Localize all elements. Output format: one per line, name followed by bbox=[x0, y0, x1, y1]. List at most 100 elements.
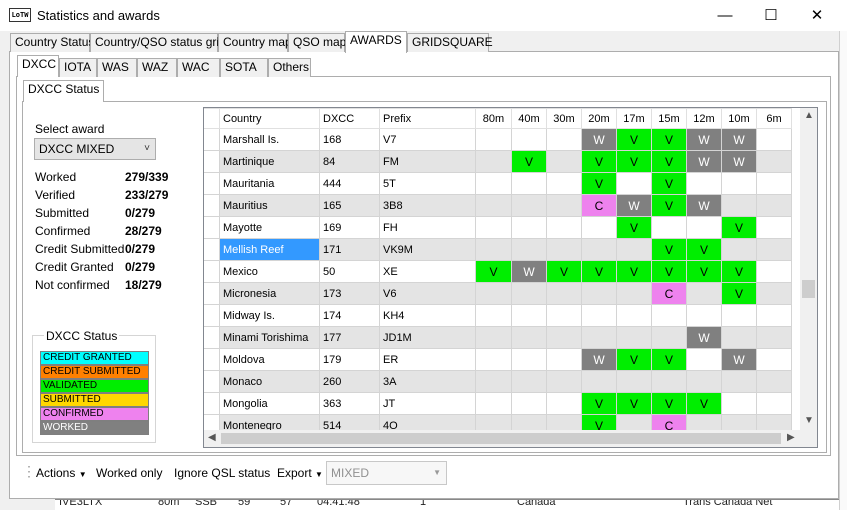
cell-dxcc[interactable]: 171 bbox=[319, 238, 380, 261]
scroll-left-icon[interactable]: ◀ bbox=[208, 432, 216, 443]
cell-band-status[interactable] bbox=[511, 304, 547, 327]
vertical-scrollbar[interactable]: ▲ ▼ bbox=[800, 108, 817, 430]
cell-country[interactable]: Monaco bbox=[219, 370, 320, 393]
cell-band-status[interactable] bbox=[511, 348, 547, 371]
cell-dxcc[interactable]: 179 bbox=[319, 348, 380, 371]
cell-band-status[interactable] bbox=[581, 216, 617, 239]
row-header[interactable] bbox=[204, 370, 220, 393]
cell-band-status[interactable]: V bbox=[581, 172, 617, 195]
cell-band-status[interactable] bbox=[616, 370, 652, 393]
scroll-right-icon[interactable]: ▶ bbox=[787, 432, 795, 443]
table-row[interactable]: Mayotte 169 FH V V bbox=[204, 216, 817, 239]
cell-band-status[interactable]: V bbox=[546, 260, 582, 283]
cell-country[interactable]: Moldova bbox=[219, 348, 320, 371]
cell-band-status[interactable]: V bbox=[651, 238, 687, 261]
column-header-prefix[interactable]: Prefix bbox=[379, 108, 476, 129]
horizontal-scroll-thumb[interactable] bbox=[221, 433, 781, 444]
cell-band-status[interactable] bbox=[756, 392, 792, 415]
cell-band-status[interactable]: W bbox=[721, 150, 757, 173]
cell-country[interactable]: Minami Torishima bbox=[219, 326, 320, 349]
cell-band-status[interactable] bbox=[511, 326, 547, 349]
cell-band-status[interactable] bbox=[546, 194, 582, 217]
cell-band-status[interactable]: W bbox=[686, 194, 722, 217]
cell-prefix[interactable]: 5T bbox=[379, 172, 476, 195]
tab-dxcc[interactable]: DXCC bbox=[17, 55, 59, 77]
cell-band-status[interactable] bbox=[756, 194, 792, 217]
horizontal-scrollbar[interactable]: ◀ ▶ bbox=[204, 430, 817, 447]
cell-band-status[interactable] bbox=[511, 216, 547, 239]
column-header-6m[interactable]: 6m bbox=[756, 108, 792, 129]
tab-gridsquare[interactable]: GRIDSQUARE bbox=[407, 33, 493, 52]
cell-prefix[interactable]: JT bbox=[379, 392, 476, 415]
tab-country-map[interactable]: Country map bbox=[218, 33, 292, 52]
cell-prefix[interactable]: FM bbox=[379, 150, 476, 173]
row-header[interactable] bbox=[204, 128, 220, 151]
cell-band-status[interactable] bbox=[475, 304, 512, 327]
cell-dxcc[interactable]: 363 bbox=[319, 392, 380, 415]
cell-band-status[interactable] bbox=[651, 370, 687, 393]
cell-band-status[interactable] bbox=[721, 238, 757, 261]
cell-band-status[interactable] bbox=[721, 326, 757, 349]
cell-band-status[interactable] bbox=[475, 326, 512, 349]
tab-country-status[interactable]: Country Status bbox=[10, 33, 94, 52]
country-status-grid[interactable]: Country DXCC Prefix 80m 40m 30m 20m 17m 15m 12m 10… bbox=[203, 107, 818, 448]
tab-sota[interactable]: SOTA bbox=[220, 58, 268, 77]
cell-band-status[interactable] bbox=[511, 172, 547, 195]
cell-band-status[interactable]: V bbox=[651, 150, 687, 173]
cell-dxcc[interactable]: 260 bbox=[319, 370, 380, 393]
cell-band-status[interactable]: V bbox=[651, 172, 687, 195]
cell-band-status[interactable] bbox=[581, 326, 617, 349]
cell-band-status[interactable]: V bbox=[616, 348, 652, 371]
cell-country[interactable]: Martinique bbox=[219, 150, 320, 173]
cell-band-status[interactable]: V bbox=[721, 216, 757, 239]
cell-dxcc[interactable]: 177 bbox=[319, 326, 380, 349]
cell-country[interactable]: Marshall Is. bbox=[219, 128, 320, 151]
cell-band-status[interactable] bbox=[475, 392, 512, 415]
cell-band-status[interactable] bbox=[511, 282, 547, 305]
table-row[interactable]: Marshall Is. 168 V7 W V V W W bbox=[204, 128, 817, 151]
table-row[interactable]: Martinique 84 FM V V V V W W bbox=[204, 150, 817, 173]
cell-band-status[interactable] bbox=[511, 194, 547, 217]
cell-band-status[interactable]: W bbox=[686, 128, 722, 151]
column-header-30m[interactable]: 30m bbox=[546, 108, 582, 129]
cell-band-status[interactable] bbox=[581, 282, 617, 305]
cell-band-status[interactable] bbox=[616, 304, 652, 327]
cell-band-status[interactable]: V bbox=[651, 260, 687, 283]
cell-band-status[interactable]: V bbox=[511, 150, 547, 173]
actions-menu-button[interactable]: Actions ▼ bbox=[36, 466, 87, 480]
cell-band-status[interactable]: W bbox=[581, 128, 617, 151]
cell-dxcc[interactable]: 168 bbox=[319, 128, 380, 151]
cell-band-status[interactable] bbox=[616, 238, 652, 261]
tab-was[interactable]: WAS bbox=[97, 58, 137, 77]
row-header[interactable] bbox=[204, 150, 220, 173]
cell-band-status[interactable] bbox=[721, 370, 757, 393]
cell-country[interactable]: Mellish Reef bbox=[219, 238, 320, 261]
cell-band-status[interactable] bbox=[546, 172, 582, 195]
close-button[interactable]: ✕ bbox=[794, 0, 840, 31]
current-row-indicator-icon[interactable]: ▶ bbox=[204, 238, 220, 261]
row-header[interactable] bbox=[204, 282, 220, 305]
cell-prefix[interactable]: XE bbox=[379, 260, 476, 283]
cell-band-status[interactable] bbox=[546, 370, 582, 393]
cell-prefix[interactable]: KH4 bbox=[379, 304, 476, 327]
ignore-qsl-status-button[interactable]: Ignore QSL status bbox=[174, 466, 270, 480]
cell-prefix[interactable]: VK9M bbox=[379, 238, 476, 261]
cell-band-status[interactable] bbox=[546, 238, 582, 261]
column-header-12m[interactable]: 12m bbox=[686, 108, 722, 129]
cell-band-status[interactable] bbox=[475, 238, 512, 261]
cell-band-status[interactable] bbox=[686, 282, 722, 305]
cell-band-status[interactable] bbox=[581, 238, 617, 261]
cell-prefix[interactable]: JD1M bbox=[379, 326, 476, 349]
table-row[interactable]: Micronesia 173 V6 C V bbox=[204, 282, 817, 305]
cell-band-status[interactable] bbox=[756, 326, 792, 349]
cell-prefix[interactable]: 3B8 bbox=[379, 194, 476, 217]
cell-band-status[interactable] bbox=[475, 128, 512, 151]
cell-band-status[interactable] bbox=[475, 172, 512, 195]
cell-band-status[interactable]: V bbox=[581, 150, 617, 173]
cell-dxcc[interactable]: 174 bbox=[319, 304, 380, 327]
cell-band-status[interactable]: W bbox=[686, 150, 722, 173]
cell-prefix[interactable]: FH bbox=[379, 216, 476, 239]
cell-band-status[interactable] bbox=[686, 172, 722, 195]
cell-band-status[interactable]: V bbox=[616, 216, 652, 239]
cell-band-status[interactable] bbox=[546, 326, 582, 349]
